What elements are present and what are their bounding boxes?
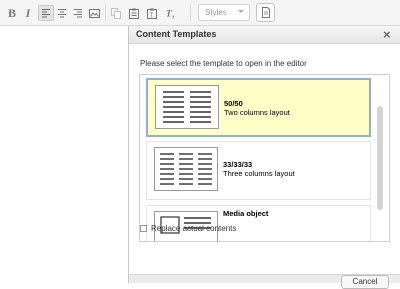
list-scrollbar[interactable]	[377, 106, 383, 210]
paste-button[interactable]	[126, 5, 142, 21]
editor-content-area[interactable]	[0, 26, 128, 283]
bold-button[interactable]: B	[4, 5, 20, 21]
cancel-button[interactable]: Cancel	[341, 275, 389, 289]
svg-text:x: x	[172, 14, 175, 19]
align-center-button[interactable]	[54, 5, 70, 21]
three-columns-thumbnail-icon	[154, 147, 218, 191]
copy-icon	[111, 7, 121, 19]
italic-button[interactable]: I	[20, 5, 36, 21]
chevron-down-icon	[238, 10, 244, 13]
align-right-button[interactable]	[70, 5, 86, 21]
two-columns-thumbnail-icon	[155, 85, 219, 129]
replace-contents-label: Replace actual contents	[151, 224, 237, 233]
templates-list[interactable]: 50/50 Two columns layout 33/33/33 Three …	[139, 74, 390, 242]
paste-icon	[129, 8, 139, 19]
document-icon	[261, 7, 270, 18]
align-left-icon	[42, 9, 50, 18]
image-icon	[88, 9, 100, 18]
templates-button[interactable]	[256, 3, 275, 22]
dialog-titlebar[interactable]: Content Templates ×	[129, 26, 400, 44]
template-description: Two columns layout	[224, 108, 290, 117]
replace-contents-checkbox[interactable]	[140, 225, 147, 232]
remove-format-button[interactable]: Tx	[162, 5, 178, 21]
editor-toolbar: B I T Tx Styles	[0, 0, 400, 26]
remove-format-icon: Tx	[166, 8, 175, 19]
styles-dropdown[interactable]: Styles	[198, 4, 250, 21]
replace-contents-option[interactable]: Replace actual contents	[140, 224, 236, 233]
toolbar-separator	[190, 5, 191, 21]
template-item-50-50[interactable]: 50/50 Two columns layout	[146, 78, 371, 137]
paste-text-icon: T	[147, 8, 157, 19]
copy-button[interactable]	[108, 5, 124, 21]
align-right-icon	[74, 9, 82, 18]
align-center-icon	[58, 9, 66, 18]
template-title: Media object	[223, 209, 269, 218]
dialog-title: Content Templates	[136, 29, 217, 39]
align-left-button[interactable]	[38, 5, 54, 21]
template-description: Three columns layout	[223, 169, 295, 178]
toolbar-separator	[105, 5, 106, 21]
styles-label: Styles	[205, 8, 227, 17]
svg-text:T: T	[150, 13, 154, 19]
dialog-instruction: Please select the template to open in th…	[140, 59, 307, 68]
template-item-33-33-33[interactable]: 33/33/33 Three columns layout	[146, 141, 371, 200]
paste-text-button[interactable]: T	[144, 5, 160, 21]
template-title: 50/50	[224, 99, 243, 108]
template-title: 33/33/33	[223, 160, 253, 169]
image-button[interactable]	[86, 5, 102, 21]
close-icon[interactable]: ×	[383, 27, 391, 42]
content-templates-dialog: Content Templates × Please select the te…	[128, 26, 400, 289]
